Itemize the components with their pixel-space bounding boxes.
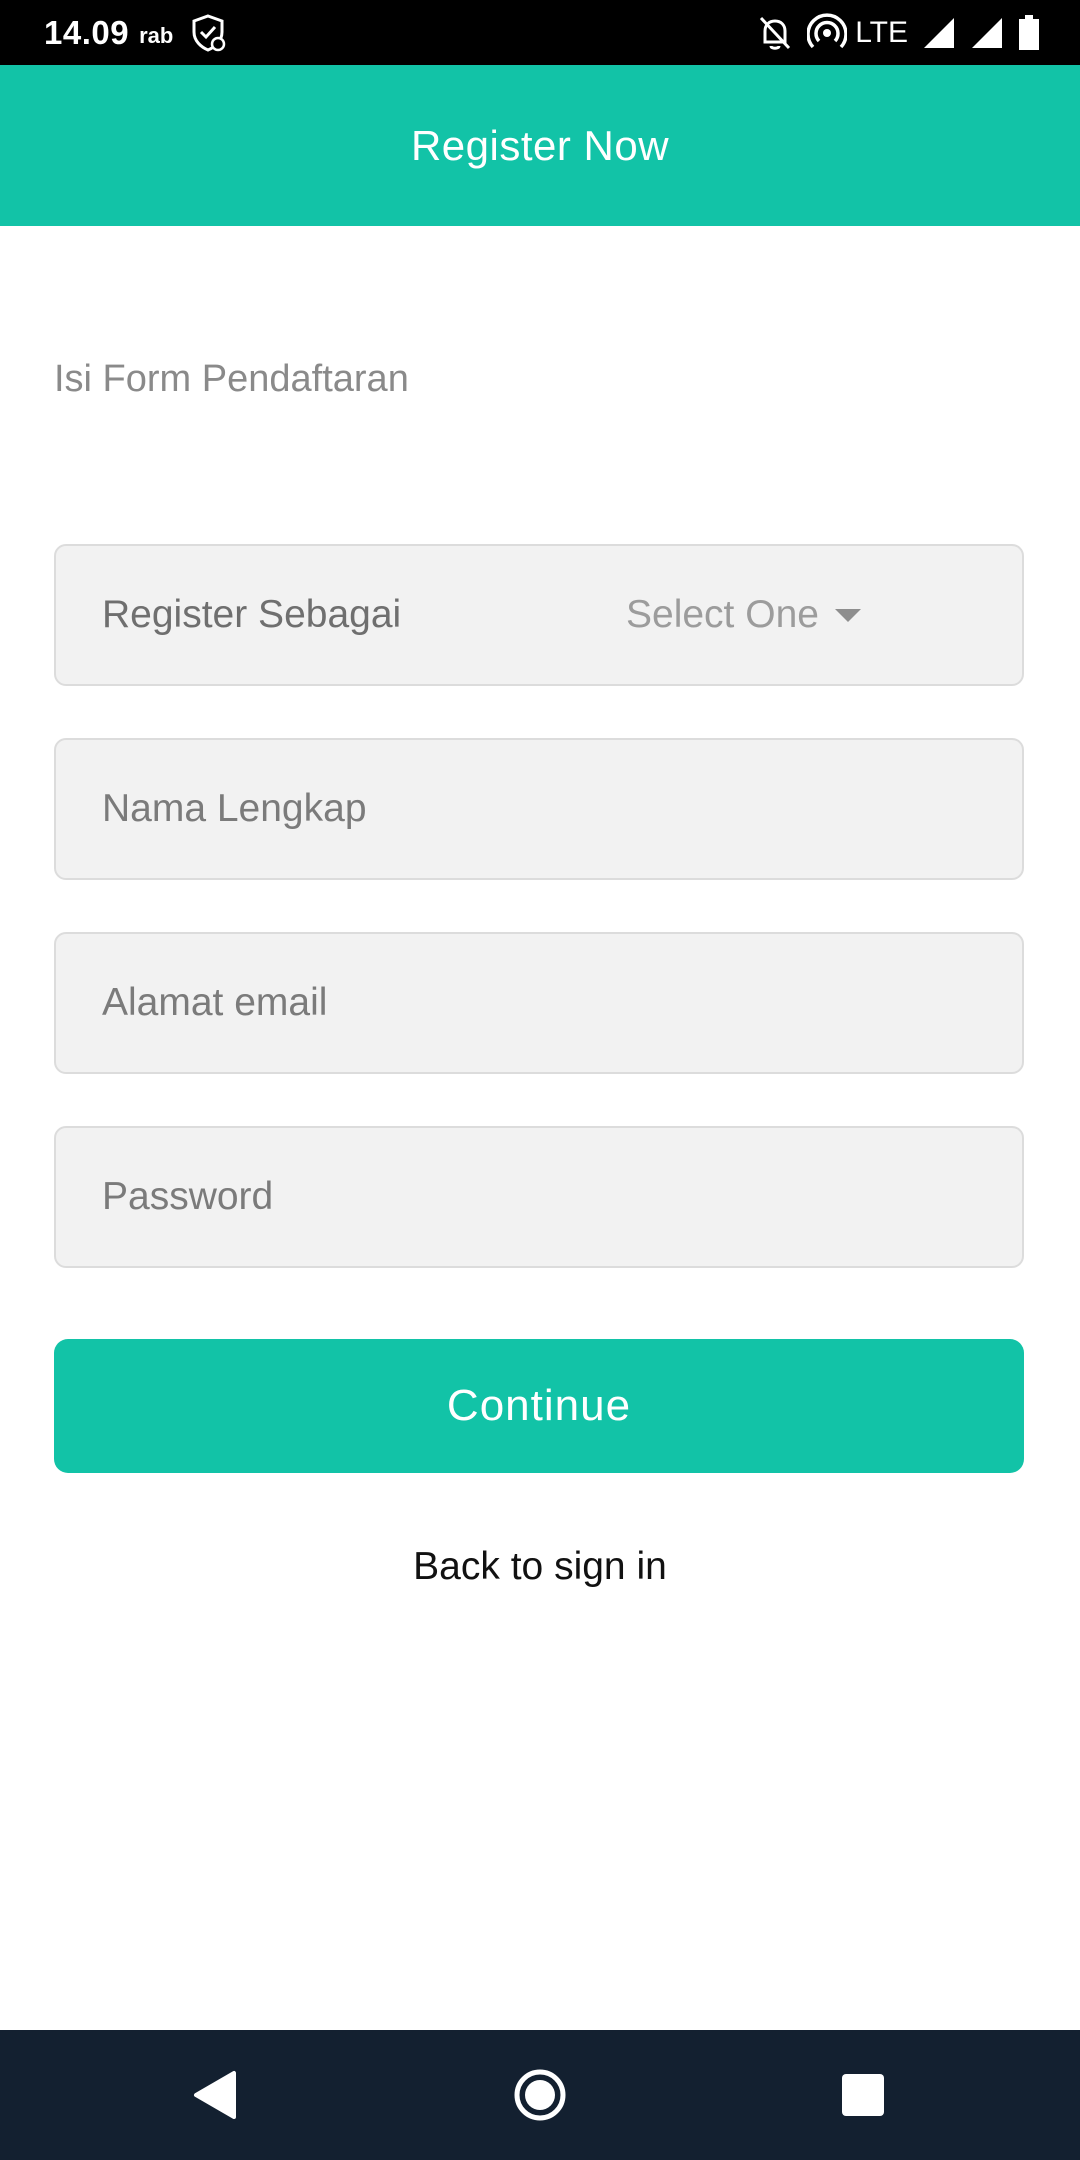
register-as-select[interactable]: Register Sebagai Select One xyxy=(54,544,1024,686)
recents-icon xyxy=(842,2074,884,2116)
form-subtitle: Isi Form Pendaftaran xyxy=(54,358,409,400)
signal-icon xyxy=(970,16,1004,50)
app-bar: Register Now xyxy=(0,65,1080,226)
nav-back-button[interactable] xyxy=(156,2030,276,2160)
status-left: 14.09 rab xyxy=(44,0,229,65)
email-field[interactable] xyxy=(56,934,1022,1072)
back-to-sign-in-link[interactable]: Back to sign in xyxy=(0,1545,1080,1589)
nav-home-button[interactable] xyxy=(480,2030,600,2160)
hotspot-icon xyxy=(807,12,848,53)
bell-off-icon xyxy=(757,14,793,52)
register-as-selected-text: Select One xyxy=(626,593,819,636)
email-field-container xyxy=(54,932,1024,1074)
navigation-bar xyxy=(0,2030,1080,2160)
password-field[interactable] xyxy=(56,1128,1022,1266)
network-type: LTE xyxy=(855,15,908,49)
register-as-label: Register Sebagai xyxy=(102,593,402,636)
chevron-down-icon xyxy=(834,608,861,622)
continue-button[interactable]: Continue xyxy=(54,1339,1024,1473)
register-as-value[interactable]: Select One xyxy=(626,546,861,684)
full-name-field-container xyxy=(54,738,1024,880)
page-title: Register Now xyxy=(410,121,670,169)
password-field-container xyxy=(54,1126,1024,1268)
status-time: 14.09 xyxy=(44,13,130,51)
status-right: LTE xyxy=(743,0,1040,65)
back-icon xyxy=(194,2071,236,2119)
battery-icon xyxy=(1018,14,1040,51)
status-bar: 14.09 rab LTE xyxy=(0,0,1080,65)
shield-check-icon xyxy=(192,13,226,52)
nav-recents-button[interactable] xyxy=(803,2030,923,2160)
full-name-field[interactable] xyxy=(56,740,1022,878)
status-day: rab xyxy=(139,22,174,48)
signal-icon xyxy=(922,16,956,50)
home-icon xyxy=(514,2069,566,2121)
